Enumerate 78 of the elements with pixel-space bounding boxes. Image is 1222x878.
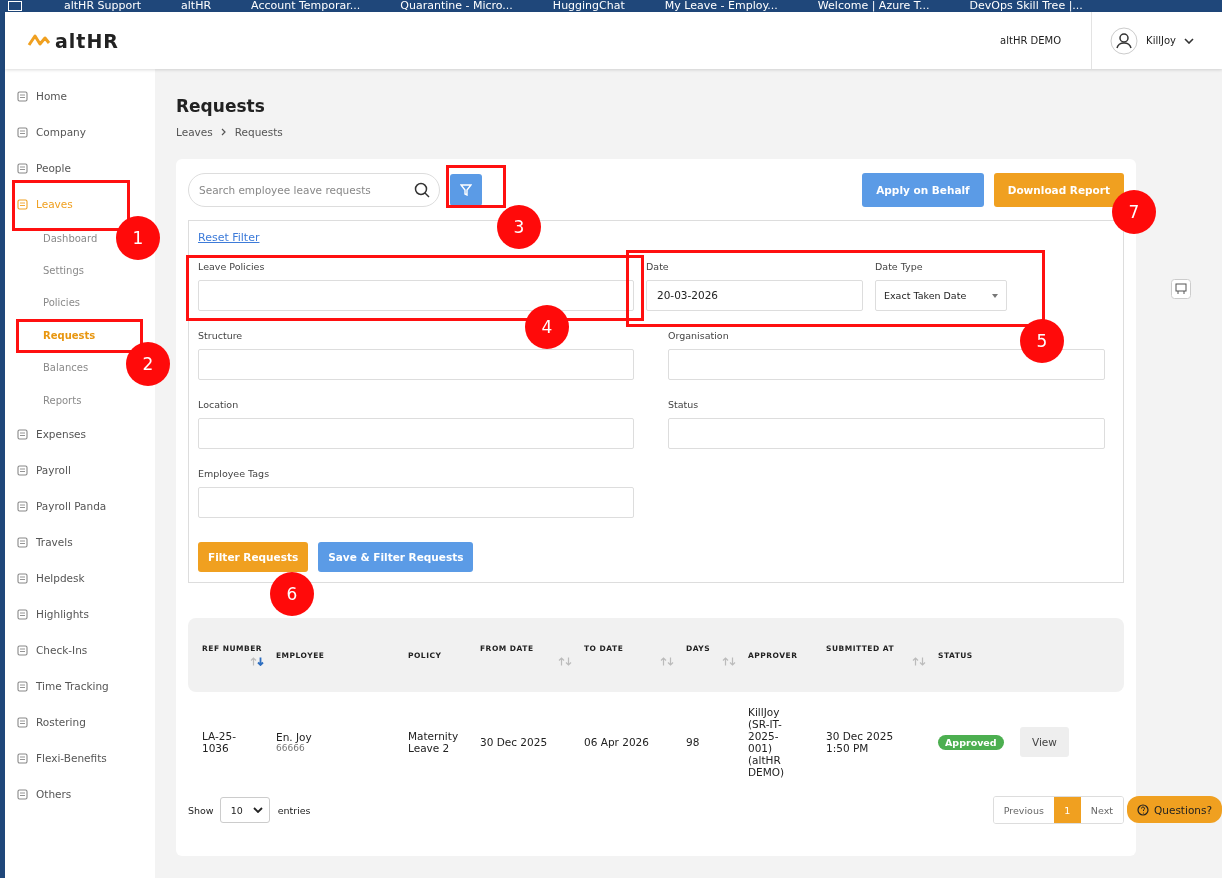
sidebar-item[interactable]: Time Tracking xyxy=(17,680,109,693)
page-title: Requests xyxy=(176,96,266,116)
logo-text: altHR xyxy=(55,29,119,52)
bookmark[interactable]: altHR Support xyxy=(64,0,141,12)
company-name: altHR DEMO xyxy=(1000,35,1062,46)
question-icon xyxy=(1137,803,1149,816)
feedback-icon[interactable] xyxy=(1171,279,1191,299)
user-menu[interactable]: KillJoy xyxy=(1091,12,1222,69)
table-cell-text: Maternity Leave 2 xyxy=(408,730,460,754)
employee-id: 66666 xyxy=(276,743,305,753)
field-label: Date Type xyxy=(875,261,923,273)
status-badge: Approved xyxy=(938,735,1004,750)
input-field[interactable] xyxy=(668,349,1105,380)
dropdown[interactable]: Exact Taken Date xyxy=(875,280,1007,311)
sidebar-item[interactable]: Helpdesk xyxy=(17,572,85,585)
chevron-right-icon xyxy=(220,128,227,136)
bookmark[interactable]: altHR xyxy=(181,0,212,12)
sidebar-subitem[interactable]: Reports xyxy=(43,394,82,406)
breadcrumb-item: Requests xyxy=(234,126,283,138)
field-label: Structure xyxy=(198,330,243,342)
table-cell-text: 30 Dec 2025 1:50 PM xyxy=(826,730,895,754)
sidebar-item[interactable]: Expenses xyxy=(17,428,87,441)
sidebar-subitem[interactable]: Settings xyxy=(43,265,84,277)
sidebar-subitem[interactable]: Balances xyxy=(43,362,89,374)
table-cell: 06 Apr 2026 xyxy=(584,736,649,748)
filter-button[interactable] xyxy=(450,174,482,206)
sidebar-item[interactable]: Payroll Panda xyxy=(17,500,107,513)
input-field[interactable] xyxy=(198,280,634,311)
field-label: Employee Tags xyxy=(198,468,270,480)
bookmark[interactable]: Quarantine - Micro... xyxy=(400,0,513,12)
table-cell-text: LA-25-1036 xyxy=(202,730,237,754)
sidebar-item[interactable]: Company xyxy=(17,126,86,138)
chevron-down-icon xyxy=(252,807,263,813)
chevron-down-icon xyxy=(1184,37,1194,44)
reset-filter-link[interactable]: Reset Filter xyxy=(198,231,260,244)
page-size-dropdown[interactable]: 10 xyxy=(219,797,270,823)
sidebar-subitem[interactable]: Dashboard xyxy=(43,232,98,244)
sidebar-item[interactable]: People xyxy=(17,162,71,174)
input-field[interactable] xyxy=(198,487,634,518)
input-field[interactable] xyxy=(198,418,634,449)
table-cell-text: KillJoy (SR-IT-2025-001) (altHR DEMO) xyxy=(748,706,786,778)
bookmark[interactable]: Account Temporar... xyxy=(251,0,361,12)
sidebar-subitem[interactable]: Policies xyxy=(43,297,80,309)
input-field[interactable]: 20-03-2026 xyxy=(646,280,863,311)
bookmark[interactable]: HuggingChat xyxy=(552,0,625,12)
sidebar-item[interactable]: Payroll xyxy=(17,464,71,477)
breadcrumb-item[interactable]: Leaves xyxy=(176,126,213,138)
sidebar-item[interactable]: Highlights xyxy=(17,608,89,621)
sidebar-item[interactable]: Rostering xyxy=(17,716,86,729)
bookmark[interactable]: Welcome | Azure T... xyxy=(817,0,930,12)
field-label: Date xyxy=(646,261,669,273)
field-label: Status xyxy=(668,399,699,411)
field-label: Location xyxy=(198,399,239,411)
sort-arrows-icon[interactable] xyxy=(250,657,264,666)
view-button[interactable]: View xyxy=(1020,727,1069,757)
highlight-frame xyxy=(446,165,506,208)
sidebar-item[interactable]: Travels xyxy=(17,536,73,549)
bookmark[interactable]: My Leave - Employ... xyxy=(664,0,778,12)
sidebar-item[interactable]: Flexi-Benefits xyxy=(17,752,107,765)
input-field[interactable] xyxy=(198,349,634,380)
caret-icon xyxy=(992,293,998,298)
sidebar-item[interactable]: Others xyxy=(17,788,72,801)
table-cell: 30 Dec 2025 xyxy=(480,736,548,748)
table-cell: 98 xyxy=(686,736,700,748)
sidebar-item[interactable]: Home xyxy=(17,90,67,102)
filter-icon xyxy=(460,184,472,196)
sidebar-item[interactable]: Check-Ins xyxy=(17,644,88,657)
field-label: Leave Policies xyxy=(198,261,265,273)
input-field[interactable] xyxy=(668,418,1105,449)
show-label: Show xyxy=(188,804,214,816)
search-field[interactable]: Search employee leave requests xyxy=(188,173,440,207)
bookmark[interactable]: DevOps Skill Tree |... xyxy=(969,0,1083,12)
employee-name: En. Joy xyxy=(276,731,313,743)
user-avatar-icon xyxy=(1110,26,1139,55)
search-icon xyxy=(414,182,430,198)
questions-button[interactable]: Questions? xyxy=(1127,796,1222,823)
entries-label: entries xyxy=(277,804,311,816)
field-label: Organisation xyxy=(668,330,729,342)
